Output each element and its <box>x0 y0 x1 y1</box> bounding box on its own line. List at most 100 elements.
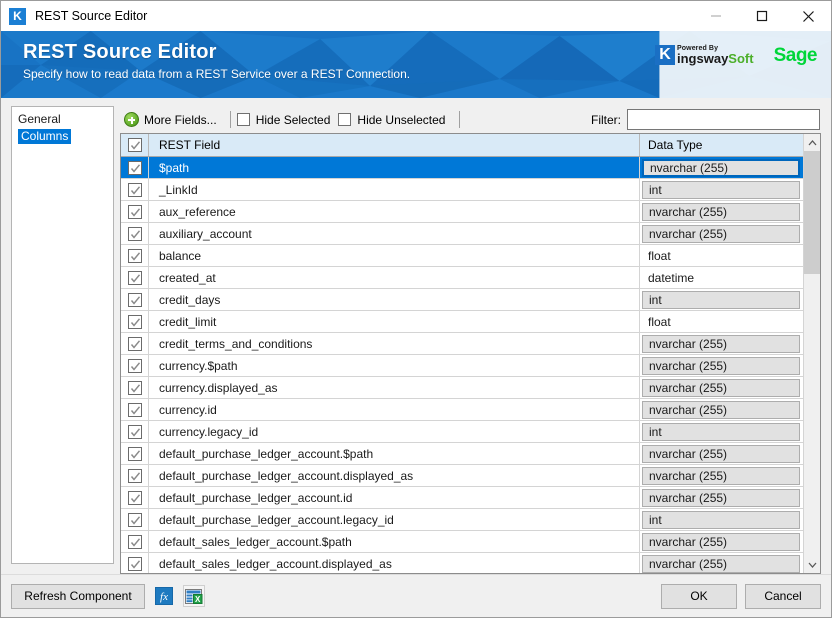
data-type-value[interactable]: nvarchar (255) <box>642 158 800 177</box>
maximize-button[interactable] <box>739 1 785 31</box>
table-row[interactable]: credit_limit float <box>121 311 803 333</box>
data-type-cell[interactable]: nvarchar (255) <box>640 399 803 420</box>
data-type-cell[interactable]: nvarchar (255) <box>640 531 803 552</box>
row-checkbox[interactable] <box>121 223 149 244</box>
data-type-value[interactable]: int <box>642 180 800 199</box>
rest-field-cell[interactable]: currency.id <box>149 399 640 420</box>
rest-field-cell[interactable]: default_purchase_ledger_account.id <box>149 487 640 508</box>
table-row[interactable]: currency.legacy_id int <box>121 421 803 443</box>
table-row[interactable]: balance float <box>121 245 803 267</box>
table-row[interactable]: currency.displayed_as nvarchar (255) <box>121 377 803 399</box>
rest-field-cell[interactable]: default_sales_ledger_account.displayed_a… <box>149 553 640 573</box>
row-checkbox[interactable] <box>121 289 149 310</box>
sidebar-item-columns[interactable]: Columns <box>18 129 72 144</box>
table-row[interactable]: aux_reference nvarchar (255) <box>121 201 803 223</box>
row-checkbox[interactable] <box>121 553 149 573</box>
data-type-cell[interactable]: nvarchar (255) <box>640 333 803 354</box>
row-checkbox[interactable] <box>121 531 149 552</box>
close-button[interactable] <box>785 1 831 31</box>
table-row[interactable]: credit_days int <box>121 289 803 311</box>
data-type-cell[interactable]: nvarchar (255) <box>640 465 803 486</box>
hide-selected-checkbox[interactable]: Hide Selected <box>236 113 339 127</box>
table-row[interactable]: created_at datetime <box>121 267 803 289</box>
rest-field-cell[interactable]: default_purchase_ledger_account.displaye… <box>149 465 640 486</box>
cancel-button[interactable]: Cancel <box>745 583 821 609</box>
rest-field-cell[interactable]: created_at <box>149 267 640 288</box>
grid-vertical-scrollbar[interactable] <box>803 134 820 573</box>
data-type-cell[interactable]: nvarchar (255) <box>640 201 803 222</box>
data-type-cell[interactable]: nvarchar (255) <box>640 487 803 508</box>
rest-field-cell[interactable]: credit_terms_and_conditions <box>149 333 640 354</box>
filter-input[interactable] <box>627 109 820 130</box>
data-type-value[interactable]: float <box>642 313 800 331</box>
select-all-checkbox[interactable] <box>121 134 149 156</box>
scroll-down-arrow-icon[interactable] <box>804 556 820 573</box>
data-type-cell[interactable]: nvarchar (255) <box>640 553 803 573</box>
data-type-cell[interactable]: int <box>640 289 803 310</box>
refresh-component-button[interactable]: Refresh Component <box>11 583 145 609</box>
data-type-value[interactable]: int <box>642 510 800 529</box>
table-row[interactable]: default_sales_ledger_account.$path nvarch… <box>121 531 803 553</box>
row-checkbox[interactable] <box>121 267 149 288</box>
data-type-value[interactable]: nvarchar (255) <box>642 532 800 551</box>
row-checkbox[interactable] <box>121 157 149 178</box>
data-type-value[interactable]: float <box>642 247 800 265</box>
data-type-value[interactable]: nvarchar (255) <box>642 334 800 353</box>
sidebar-item-general[interactable]: General <box>12 111 113 128</box>
row-checkbox[interactable] <box>121 179 149 200</box>
data-type-value[interactable]: nvarchar (255) <box>642 466 800 485</box>
data-type-cell[interactable]: nvarchar (255) <box>640 443 803 464</box>
table-row[interactable]: default_purchase_ledger_account.displaye… <box>121 465 803 487</box>
rest-field-cell[interactable]: credit_limit <box>149 311 640 332</box>
table-row[interactable]: currency.id nvarchar (255) <box>121 399 803 421</box>
scrollbar-track[interactable] <box>804 151 820 556</box>
rest-field-cell[interactable]: currency.$path <box>149 355 640 376</box>
table-row[interactable]: default_purchase_ledger_account.id nvarch… <box>121 487 803 509</box>
excel-export-icon[interactable]: X <box>183 585 205 607</box>
data-type-value[interactable]: nvarchar (255) <box>642 356 800 375</box>
scrollbar-thumb[interactable] <box>804 151 820 274</box>
more-fields-button[interactable]: More Fields... <box>120 110 224 129</box>
row-checkbox[interactable] <box>121 333 149 354</box>
row-checkbox[interactable] <box>121 487 149 508</box>
data-type-cell[interactable]: int <box>640 421 803 442</box>
table-row[interactable]: _LinkId int <box>121 179 803 201</box>
row-checkbox[interactable] <box>121 355 149 376</box>
data-type-value[interactable]: nvarchar (255) <box>642 554 800 573</box>
data-type-cell[interactable]: nvarchar (255) <box>640 223 803 244</box>
row-checkbox[interactable] <box>121 399 149 420</box>
hide-unselected-checkbox[interactable]: Hide Unselected <box>338 113 453 127</box>
table-row[interactable]: credit_terms_and_conditions nvarchar (255… <box>121 333 803 355</box>
grid-header-data-type[interactable]: Data Type <box>640 134 803 156</box>
data-type-value[interactable]: int <box>642 422 800 441</box>
table-row[interactable]: default_purchase_ledger_account.legacy_i… <box>121 509 803 531</box>
rest-field-cell[interactable]: auxiliary_account <box>149 223 640 244</box>
rest-field-cell[interactable]: currency.displayed_as <box>149 377 640 398</box>
ok-button[interactable]: OK <box>661 583 737 609</box>
rest-field-cell[interactable]: default_purchase_ledger_account.$path <box>149 443 640 464</box>
row-checkbox[interactable] <box>121 201 149 222</box>
table-row[interactable]: $path nvarchar (255) <box>121 157 803 179</box>
rest-field-cell[interactable]: aux_reference <box>149 201 640 222</box>
table-row[interactable]: default_purchase_ledger_account.$path nva… <box>121 443 803 465</box>
data-type-value[interactable]: nvarchar (255) <box>642 202 800 221</box>
data-type-value[interactable]: nvarchar (255) <box>642 488 800 507</box>
row-checkbox[interactable] <box>121 421 149 442</box>
rest-field-cell[interactable]: $path <box>149 157 640 178</box>
rest-field-cell[interactable]: credit_days <box>149 289 640 310</box>
row-checkbox[interactable] <box>121 311 149 332</box>
data-type-value[interactable]: int <box>642 290 800 309</box>
row-checkbox[interactable] <box>121 509 149 530</box>
data-type-value[interactable]: nvarchar (255) <box>642 400 800 419</box>
data-type-cell[interactable]: datetime <box>640 267 803 288</box>
row-checkbox[interactable] <box>121 465 149 486</box>
table-row[interactable]: auxiliary_account nvarchar (255) <box>121 223 803 245</box>
rest-field-cell[interactable]: default_sales_ledger_account.$path <box>149 531 640 552</box>
minimize-button[interactable] <box>693 1 739 31</box>
grid-header-rest-field[interactable]: REST Field <box>149 134 640 156</box>
fx-icon[interactable]: fx <box>153 585 175 607</box>
scroll-up-arrow-icon[interactable] <box>804 134 820 151</box>
data-type-cell[interactable]: float <box>640 245 803 266</box>
row-checkbox[interactable] <box>121 245 149 266</box>
data-type-cell[interactable]: nvarchar (255) <box>640 377 803 398</box>
